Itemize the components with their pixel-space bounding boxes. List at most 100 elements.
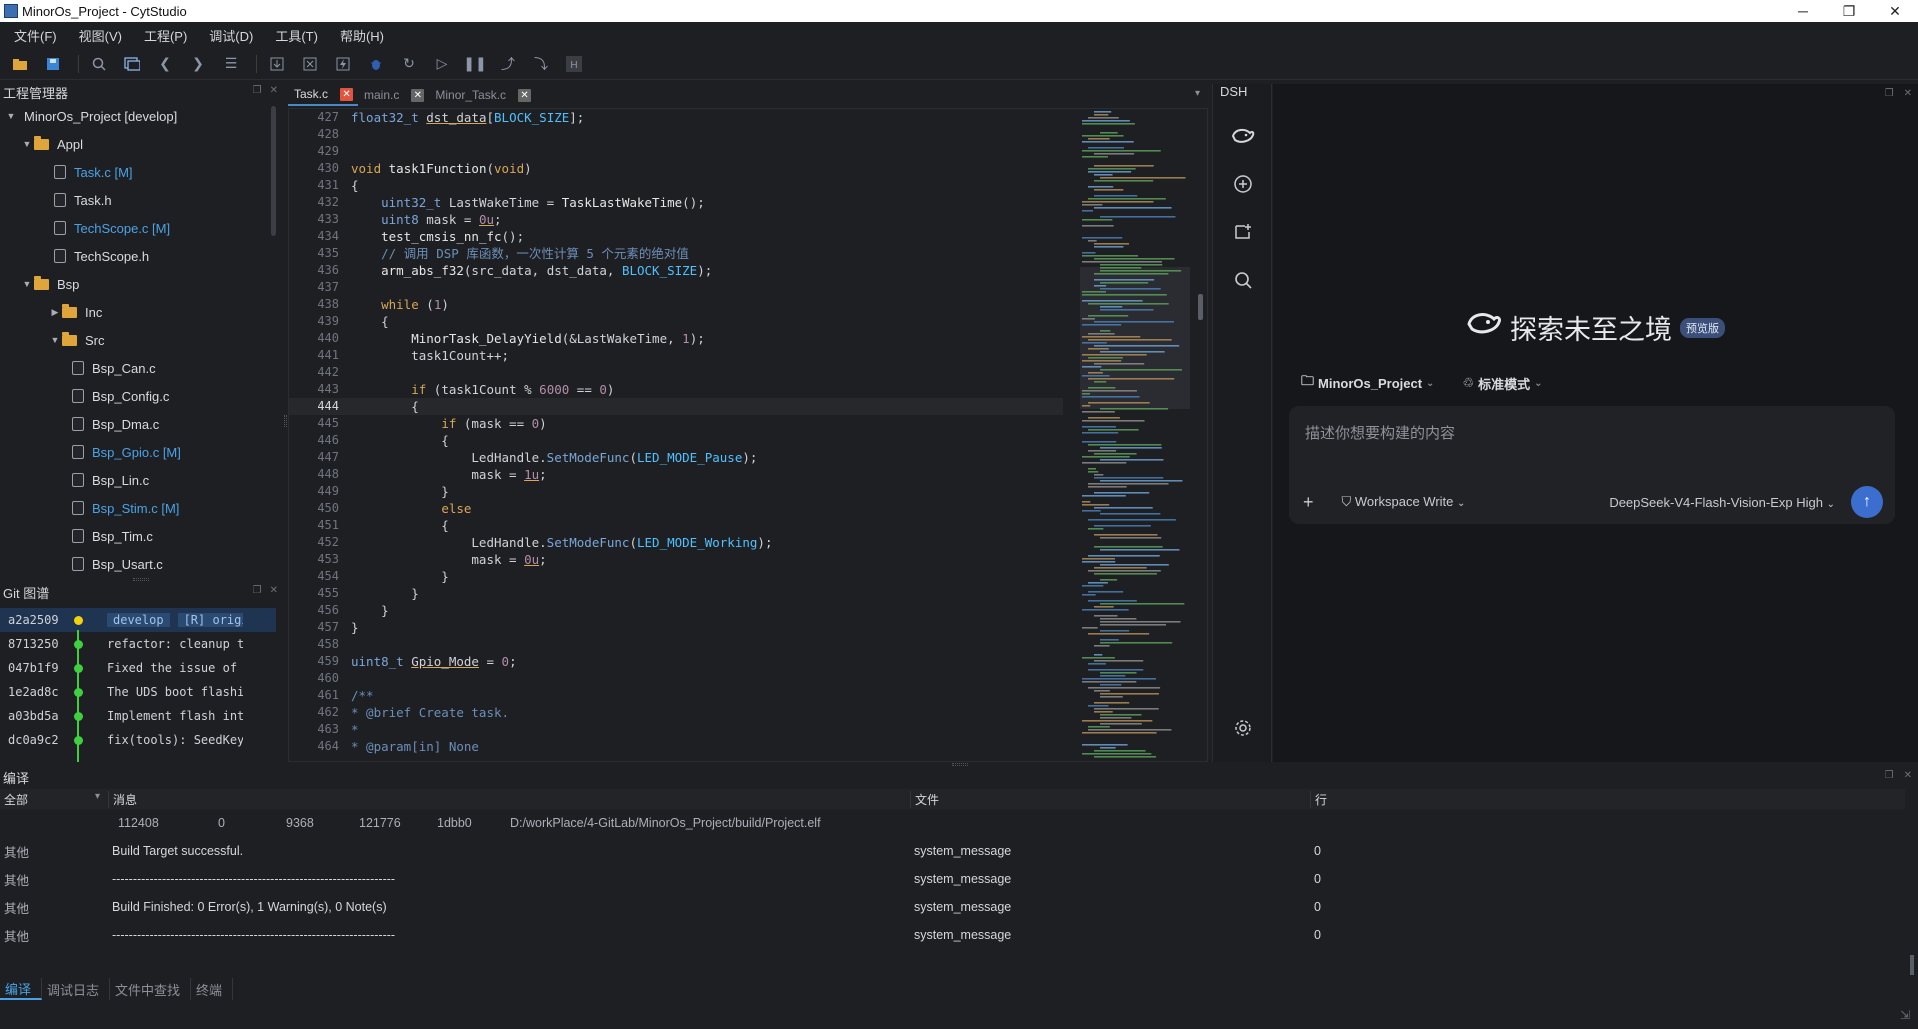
code-line[interactable]: float32_t dst_data[BLOCK_SIZE];: [345, 109, 1063, 126]
menu-tools[interactable]: 工具(T): [267, 26, 332, 45]
model-selector[interactable]: DeepSeek-V4-Flash-Vision-Exp High ⌄: [1609, 495, 1835, 510]
close-button[interactable]: ✕: [1872, 0, 1918, 22]
tree-item-file[interactable]: Task.c [M]: [0, 158, 270, 186]
build-message-row[interactable]: 其他 Build Finished: 0 Error(s), 1 Warning(…: [0, 893, 1905, 921]
send-button[interactable]: ↑: [1851, 486, 1883, 518]
open-folder-icon[interactable]: [6, 52, 34, 76]
close-icon[interactable]: ✕: [411, 88, 425, 102]
debug-icon[interactable]: [362, 52, 390, 76]
forward-icon[interactable]: ❯: [184, 52, 212, 76]
step-into-icon[interactable]: ⤴: [494, 52, 522, 76]
code-line[interactable]: mask = 1u;: [345, 466, 1063, 483]
git-commit-row[interactable]: dc0a9c2 fix(tools): SeedKey: [0, 728, 276, 752]
code-line[interactable]: test_cmsis_nn_fc();: [345, 228, 1063, 245]
mode-selector[interactable]: ♲ 标准模式 ⌄: [1462, 372, 1542, 394]
tree-item-file[interactable]: Bsp_Config.c: [0, 382, 270, 410]
code-line[interactable]: {: [345, 398, 1063, 415]
code-editor[interactable]: 427 428 429 430 431 432 433 434 435 436 437 438 439 4…: [288, 108, 1208, 762]
column-message[interactable]: 消息: [108, 790, 910, 808]
save-icon[interactable]: [39, 52, 67, 76]
new-chat-icon[interactable]: [1231, 172, 1255, 196]
minimize-button[interactable]: ─: [1780, 0, 1826, 22]
search-icon[interactable]: [85, 52, 113, 76]
tree-item-file[interactable]: Bsp_Can.c: [0, 354, 270, 382]
code-line[interactable]: if (task1Count % 6000 == 0): [345, 381, 1063, 398]
code-line[interactable]: task1Count++;: [345, 347, 1063, 364]
splitter-handle[interactable]: [952, 763, 968, 766]
menu-view[interactable]: 视图(V): [71, 26, 136, 45]
close-panel-icon[interactable]: ✕: [270, 85, 278, 96]
tree-item-file[interactable]: TechScope.h: [0, 242, 270, 270]
step-out-icon[interactable]: ⤵: [527, 52, 555, 76]
chevron-right-icon[interactable]: ▶: [48, 307, 62, 318]
tree-item-file[interactable]: Bsp_Stim.c [M]: [0, 494, 270, 522]
add-context-icon[interactable]: [1231, 220, 1255, 244]
build-message-row[interactable]: 其他 --------------------------------------…: [0, 865, 1905, 893]
float-panel-icon[interactable]: ❐: [1885, 770, 1894, 781]
float-panel-icon[interactable]: ❐: [253, 585, 262, 596]
tree-item-file[interactable]: Bsp_Tim.c: [0, 522, 270, 550]
chevron-down-icon[interactable]: ▼: [20, 279, 34, 289]
code-line[interactable]: /**: [345, 687, 1063, 704]
tab-find-in-files[interactable]: 文件中查找: [110, 978, 192, 1000]
code-line[interactable]: }: [345, 568, 1063, 585]
code-line[interactable]: * @brief Create task.: [345, 704, 1063, 721]
branch-tag[interactable]: develop: [107, 613, 170, 627]
close-panel-icon[interactable]: ✕: [1904, 770, 1912, 781]
splitter-handle[interactable]: [284, 415, 287, 427]
git-commit-row[interactable]: a03bd5a Implement flash int: [0, 704, 276, 728]
back-icon[interactable]: ❮: [151, 52, 179, 76]
run-icon[interactable]: ▷: [428, 52, 456, 76]
tab-build[interactable]: 编译: [0, 978, 43, 1000]
code-line[interactable]: void task1Function(void): [345, 160, 1063, 177]
workspace-permission-selector[interactable]: ⛉ Workspace Write ⌄: [1342, 494, 1466, 510]
splitter-handle[interactable]: [133, 578, 149, 581]
tree-item-file[interactable]: TechScope.c [M]: [0, 214, 270, 242]
pause-icon[interactable]: ❚❚: [461, 52, 489, 76]
code-line[interactable]: {: [345, 517, 1063, 534]
tree-item-file[interactable]: Bsp_Gpio.c [M]: [0, 438, 270, 466]
code-line[interactable]: uint32_t LastWakeTime = TaskLastWakeTime…: [345, 194, 1063, 211]
code-line[interactable]: [345, 143, 1063, 160]
build-message-row[interactable]: 其他 Build Target successful. system_message…: [0, 837, 1905, 865]
code-line[interactable]: {: [345, 177, 1063, 194]
whale-logo-icon[interactable]: [1231, 124, 1255, 148]
code-line[interactable]: MinorTask_DelayYield(&LastWakeTime, 1);: [345, 330, 1063, 347]
tree-item-file[interactable]: Bsp_Lin.c: [0, 466, 270, 494]
tab-debug-log[interactable]: 调试日志: [42, 978, 111, 1000]
chevron-down-icon[interactable]: ▼: [4, 111, 18, 121]
code-line[interactable]: [345, 636, 1063, 653]
prompt-input[interactable]: 描述你想要构建的内容: [1305, 422, 1455, 443]
code-line[interactable]: [345, 670, 1063, 687]
code-line[interactable]: [345, 279, 1063, 296]
resize-grip-icon[interactable]: ⇲: [1900, 1008, 1910, 1022]
code-minimap[interactable]: [1078, 109, 1198, 762]
halt-icon[interactable]: H: [560, 52, 588, 76]
code-line[interactable]: mask = 0u;: [345, 551, 1063, 568]
code-line[interactable]: [345, 126, 1063, 143]
flash-icon[interactable]: [329, 52, 357, 76]
build-size-row[interactable]: 112408 0 9368 121776 1dbb0 D:/workPlace/4-Git…: [0, 809, 1905, 837]
code-line[interactable]: else: [345, 500, 1063, 517]
tab-minor-task-c[interactable]: Minor_Task.c ✕: [429, 84, 536, 106]
code-line[interactable]: uint8 mask = 0u;: [345, 211, 1063, 228]
code-line[interactable]: }: [345, 585, 1063, 602]
tree-item-folder[interactable]: ▶ Inc: [0, 298, 270, 326]
menu-file[interactable]: 文件(F): [6, 26, 71, 45]
git-commit-row[interactable]: a2a2509 develop [R] origi: [0, 608, 276, 632]
remote-tag[interactable]: [R] origi: [177, 613, 243, 627]
float-panel-icon[interactable]: ❐: [1885, 88, 1894, 99]
column-line[interactable]: 行: [1310, 790, 1327, 808]
code-line[interactable]: *: [345, 721, 1063, 738]
code-line[interactable]: }: [345, 602, 1063, 619]
chevron-down-icon[interactable]: ▼: [20, 139, 34, 149]
search-icon[interactable]: [1231, 268, 1255, 292]
git-commit-row[interactable]: 047b1f9 Fixed the issue of: [0, 656, 276, 680]
menu-help[interactable]: 帮助(H): [332, 26, 398, 45]
tab-terminal[interactable]: 终端: [191, 978, 234, 1000]
close-icon[interactable]: ✕: [340, 87, 354, 101]
tree-item-folder[interactable]: ▼ Appl: [0, 130, 270, 158]
tree-item-folder[interactable]: ▼ MinorOs_Project [develop]: [0, 102, 270, 130]
code-line[interactable]: if (mask == 0): [345, 415, 1063, 432]
menu-project[interactable]: 工程(P): [136, 26, 201, 45]
